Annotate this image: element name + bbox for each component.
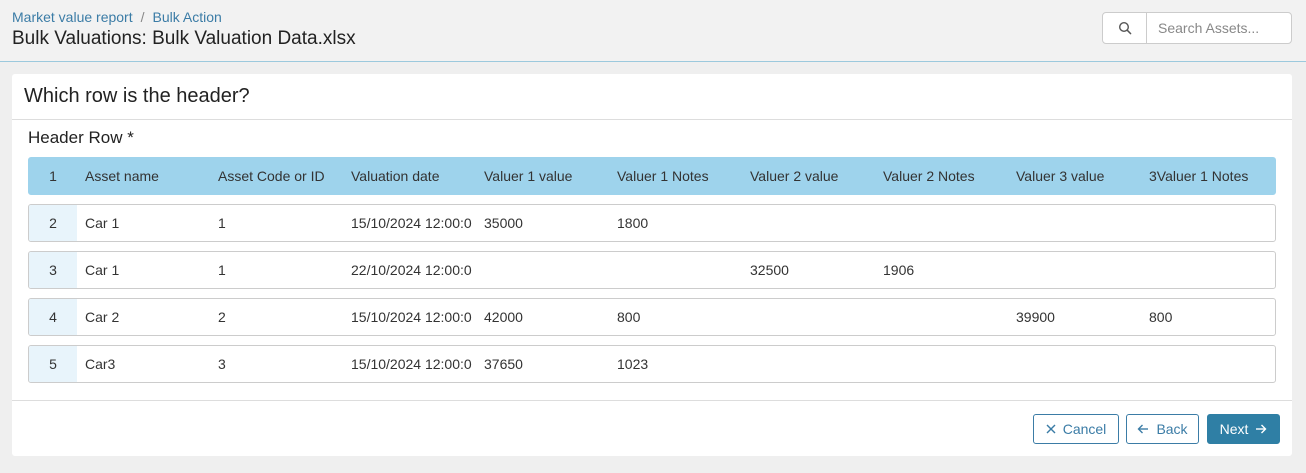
table-cell [1008, 252, 1141, 288]
table-cell: 1023 [617, 356, 649, 372]
table-cell: Car3 [85, 356, 116, 372]
row-number: 5 [29, 346, 77, 382]
header-row-option[interactable]: 4 Car 2 2 15/10/2024 12:00:0 42000 800 39900 80… [28, 298, 1276, 336]
table-cell: 1 [218, 262, 226, 278]
header-row-option-selected[interactable]: 1 Asset name Asset Code or ID Valuation dat… [28, 157, 1276, 195]
table-cell: Asset name [85, 168, 159, 184]
table-cell: 1 [218, 215, 226, 231]
table-cell [1141, 346, 1275, 382]
arrow-right-icon [1256, 424, 1267, 434]
table-cell: 2 [218, 309, 226, 325]
next-button[interactable]: Next [1207, 414, 1280, 444]
arrow-left-icon [1137, 424, 1149, 434]
back-label: Back [1156, 421, 1188, 437]
table-cell: Valuer 1 Notes [617, 168, 709, 184]
search-icon [1118, 21, 1131, 35]
table-cell: 3Valuer 1 Notes [1149, 168, 1249, 184]
cancel-button[interactable]: Cancel [1033, 414, 1119, 444]
page-title: Bulk Valuations: Bulk Valuation Data.xls… [12, 28, 356, 49]
card-title: Which row is the header? [24, 85, 250, 107]
table-cell: 1906 [883, 262, 915, 278]
row-number: 4 [29, 299, 77, 335]
table-cell: 42000 [484, 309, 523, 325]
table-cell [742, 205, 875, 241]
card-footer: Cancel Back Next [12, 400, 1292, 456]
header-row-label: Header Row * [28, 128, 134, 147]
table-cell [476, 252, 609, 288]
table-cell: Valuer 1 value [484, 168, 573, 184]
card-header: Which row is the header? [12, 74, 1292, 120]
header-row-options: 1 Asset name Asset Code or ID Valuation dat… [28, 157, 1276, 392]
breadcrumb-market-value-report[interactable]: Market value report [12, 9, 133, 25]
breadcrumb-bulk-action[interactable]: Bulk Action [153, 9, 222, 25]
table-cell: Valuer 2 value [750, 168, 839, 184]
table-cell [875, 205, 1008, 241]
table-cell [609, 252, 742, 288]
search-input[interactable] [1147, 20, 1291, 36]
table-cell: 800 [1149, 309, 1173, 325]
top-bar: Market value report / Bulk Action Bulk V… [0, 0, 1306, 62]
row-number: 3 [29, 252, 77, 288]
table-cell: Car 2 [85, 309, 120, 325]
row-number: 2 [29, 205, 77, 241]
close-icon [1046, 424, 1056, 434]
table-cell [742, 299, 875, 335]
cancel-label: Cancel [1062, 421, 1107, 437]
table-cell: 3 [218, 356, 226, 372]
header-row-option[interactable]: 2 Car 1 1 15/10/2024 12:00:0 35000 1800 [28, 204, 1276, 242]
table-cell: 1800 [617, 215, 649, 231]
table-cell: Car 1 [85, 215, 120, 231]
table-cell: 37650 [484, 356, 523, 372]
table-cell: 15/10/2024 12:00:0 [351, 356, 472, 372]
table-cell: Car 1 [85, 262, 120, 278]
table-cell: 800 [617, 309, 641, 325]
table-cell [742, 346, 875, 382]
table-cell [1141, 205, 1275, 241]
table-cell [1008, 205, 1141, 241]
search-box [1102, 12, 1292, 44]
header-row-card: Which row is the header? Header Row * 1 A… [12, 74, 1292, 456]
table-cell: 15/10/2024 12:00:0 [351, 309, 472, 325]
back-button[interactable]: Back [1126, 414, 1199, 444]
table-cell: Valuer 3 value [1016, 168, 1105, 184]
table-cell: Valuation date [351, 168, 440, 184]
table-cell [875, 346, 1008, 382]
table-cell [1141, 252, 1275, 288]
row-number: 1 [49, 168, 57, 184]
table-cell [875, 299, 1008, 335]
header-row-option[interactable]: 5 Car3 3 15/10/2024 12:00:0 37650 1023 [28, 345, 1276, 383]
search-button[interactable] [1103, 13, 1147, 43]
table-cell [1008, 346, 1141, 382]
breadcrumb-separator: / [140, 9, 145, 25]
table-cell: 22/10/2024 12:00:0 [351, 262, 472, 278]
table-cell: Asset Code or ID [218, 168, 325, 184]
table-cell: Valuer 2 Notes [883, 168, 975, 184]
next-label: Next [1219, 421, 1249, 437]
header-row-option[interactable]: 3 Car 1 1 22/10/2024 12:00:0 32500 1906 [28, 251, 1276, 289]
breadcrumb: Market value report / Bulk Action [12, 9, 222, 25]
table-cell: 35000 [484, 215, 523, 231]
table-cell: 39900 [1016, 309, 1055, 325]
table-cell: 32500 [750, 262, 789, 278]
table-cell: 15/10/2024 12:00:0 [351, 215, 472, 231]
